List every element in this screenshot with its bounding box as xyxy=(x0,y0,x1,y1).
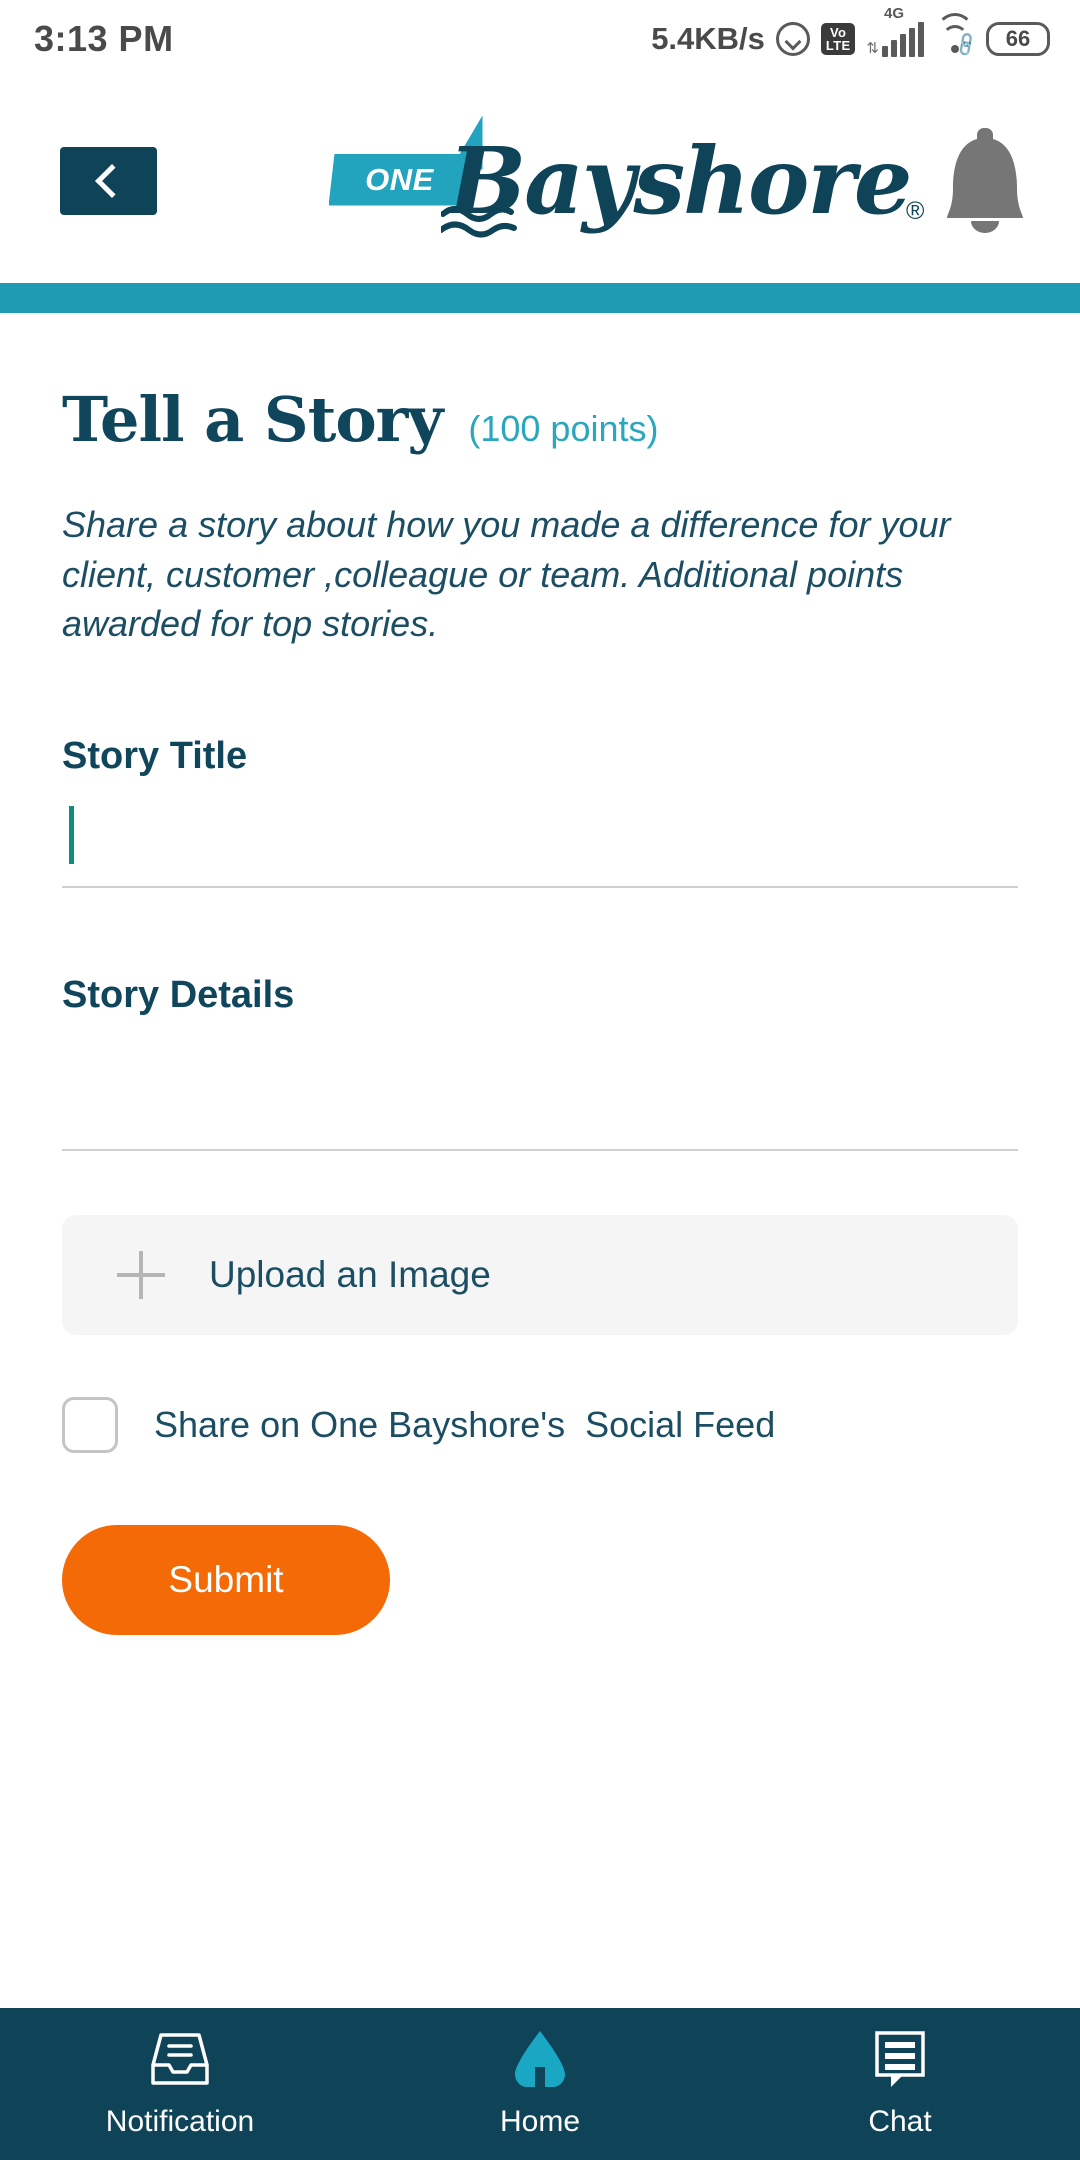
chat-bubble-icon xyxy=(869,2029,931,2091)
main-content: Tell a Story (100 points) Share a story … xyxy=(0,383,1080,1636)
app-logo: ONE Bayshore ® xyxy=(157,78,930,283)
bell-icon xyxy=(947,127,1023,233)
app-header: ONE Bayshore ® xyxy=(0,78,1080,283)
nav-item-chat[interactable]: Chat xyxy=(720,2008,1080,2160)
story-details-input[interactable] xyxy=(62,1051,1018,1152)
story-details-label: Story Details xyxy=(62,974,295,1017)
share-social-feed-label: Share on One Bayshore's Social Feed xyxy=(154,1404,776,1446)
inbox-tray-icon xyxy=(149,2029,211,2091)
status-time: 3:13 PM xyxy=(34,18,174,59)
story-title-input[interactable] xyxy=(62,800,1018,889)
chevron-left-icon xyxy=(94,163,129,198)
nav-label-home: Home xyxy=(499,2105,581,2138)
logo-one-text: ONE xyxy=(365,161,434,197)
nav-item-home[interactable]: Home xyxy=(360,2008,720,2160)
teal-divider xyxy=(0,283,1080,313)
notification-bell-button[interactable] xyxy=(930,116,1040,246)
network-speed-label: 5.4KB/s xyxy=(651,21,765,56)
nav-item-notification[interactable]: Notification xyxy=(0,2008,360,2160)
status-bar: 3:13 PM 5.4KB/s Vo LTE ⇅ 4G 🔗 66 xyxy=(0,0,1080,78)
logo-bayshore-text: Bayshore ® xyxy=(449,126,925,236)
plus-icon xyxy=(117,1251,165,1300)
upload-image-label: Upload an Image xyxy=(209,1254,491,1296)
share-social-feed-row[interactable]: Share on One Bayshore's Social Feed xyxy=(62,1397,1018,1454)
home-icon xyxy=(509,2029,571,2091)
registered-trademark-icon: ® xyxy=(905,196,924,225)
text-caret xyxy=(69,806,74,865)
points-label: (100 points) xyxy=(468,408,659,449)
volte-icon: Vo LTE xyxy=(820,23,856,55)
network-type-label: 4G xyxy=(884,5,905,22)
alarm-icon xyxy=(775,22,810,56)
page-description: Share a story about how you made a diffe… xyxy=(62,504,951,645)
page-title: Tell a Story xyxy=(62,383,443,456)
story-title-label: Story Title xyxy=(62,735,248,778)
submit-button[interactable]: Submit xyxy=(62,1525,390,1636)
cellular-signal-icon: ⇅ 4G xyxy=(866,5,924,57)
bottom-navigation: Notification Home Chat xyxy=(0,2008,1080,2160)
share-social-feed-checkbox[interactable] xyxy=(62,1397,118,1454)
battery-indicator: 66 xyxy=(986,22,1050,56)
status-indicators: 5.4KB/s Vo LTE ⇅ 4G 🔗 66 xyxy=(651,5,1050,58)
page-title-row: Tell a Story (100 points) xyxy=(62,383,1018,456)
back-button[interactable] xyxy=(60,146,157,215)
nav-label-notification: Notification xyxy=(105,2105,255,2138)
nav-label-chat: Chat xyxy=(868,2105,932,2138)
wifi-icon: 🔗 xyxy=(935,13,980,58)
volte-bottom-text: LTE xyxy=(825,38,851,53)
upload-image-button[interactable]: Upload an Image xyxy=(62,1215,1018,1336)
